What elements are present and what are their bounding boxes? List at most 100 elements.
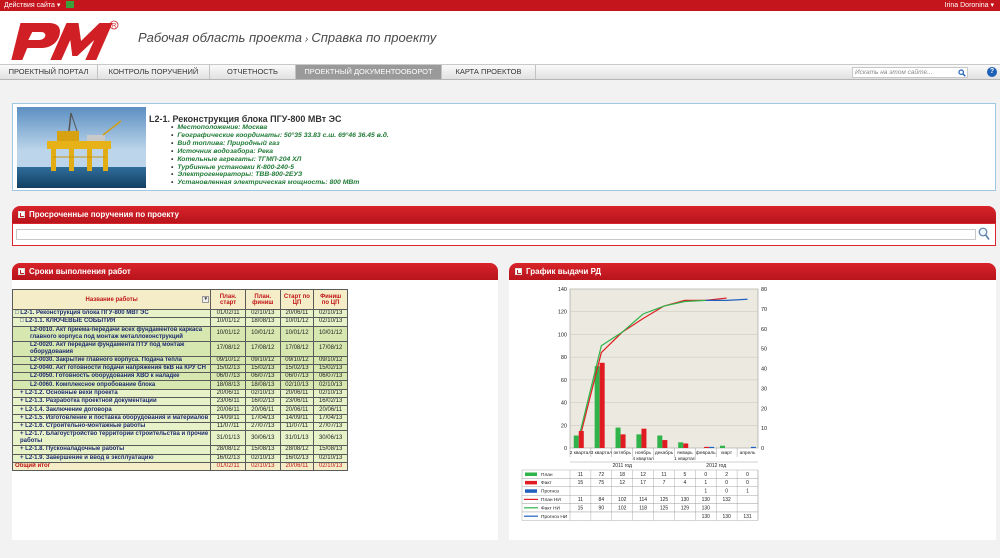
table-row[interactable]: + L2-1.8. Пусконаладочные работы 28/08/12… xyxy=(11,445,348,455)
navigate-up-icon[interactable] xyxy=(66,1,75,8)
tab-project-portal[interactable]: ПРОЕКТНЫЙ ПОРТАЛ xyxy=(0,65,98,79)
date-cell: 02/10/13 xyxy=(244,461,281,472)
fact-fuel: Вид топлива: Природный газ xyxy=(171,140,389,148)
date-cell: 02/10/13 xyxy=(313,380,348,390)
date-cell: 10/01/12 xyxy=(210,325,246,342)
rd-chart-title: График выдачи РД xyxy=(526,267,602,276)
task-name-cell[interactable]: + L2-1.3. Разработка проектной документа… xyxy=(11,397,212,407)
col-cp-start[interactable]: Старт по ЦП xyxy=(279,289,315,310)
date-cell: 02/10/13 xyxy=(313,388,348,399)
project-card: L2-1. Реконструкция блока ПГУ-800 МВт ЭС… xyxy=(12,103,996,191)
fact-capacity: Установленная электрическая мощность: 80… xyxy=(171,179,389,187)
task-name-cell[interactable]: + L2-1.8. Пусконаладочные работы xyxy=(11,445,212,455)
table-row[interactable]: L2-0010. Акт приема-передачи всех фундам… xyxy=(11,325,348,342)
date-cell: 15/08/13 xyxy=(244,445,281,455)
data-table-cell: 132 xyxy=(722,497,731,503)
task-name-cell[interactable]: + L2-1.4. Заключение договора xyxy=(11,405,212,415)
table-row[interactable]: L2-0020. Акт передачи фундамента ПТУ под… xyxy=(11,340,348,357)
table-row[interactable]: + L2-1.9. Завершение и ввод в эксплуатац… xyxy=(11,453,348,463)
task-name-cell[interactable]: L2-0050. Готовность оборудования ХВО к н… xyxy=(11,372,212,382)
date-cell: 15/02/13 xyxy=(279,363,315,374)
schedule-panel-title: Сроки выполнения работ xyxy=(29,267,131,276)
tab-project-map[interactable]: КАРТА ПРОЕКТОВ xyxy=(442,65,536,79)
bar-план xyxy=(657,435,663,448)
task-name-cell[interactable]: + L2-1.5. Изготовление и поставка оборуд… xyxy=(11,413,212,423)
fact-water-source: Источник водозабора: Река xyxy=(171,148,389,156)
table-icon xyxy=(18,268,25,275)
col-plan-finish[interactable]: План. финиш xyxy=(244,289,281,310)
x-tick-label: январь xyxy=(677,451,693,456)
task-name-cell[interactable]: + L2-1.2. Основные вехи проекта xyxy=(11,388,212,399)
data-table-cell: 0 xyxy=(725,489,728,495)
task-name-cell[interactable]: L2-0060. Комплексное опробование блока xyxy=(11,380,212,390)
tab-assignment-control[interactable]: КОНТРОЛЬ ПОРУЧЕНИЙ xyxy=(98,65,210,79)
date-cell: 15/02/13 xyxy=(313,363,348,374)
col-task-name[interactable]: Название работы ▾ xyxy=(11,289,212,310)
table-row[interactable]: □ L2-1. Реконструкция блока ПГУ-800 МВт … xyxy=(11,308,348,319)
data-table-cell: 5 xyxy=(683,472,686,478)
search-input[interactable]: Искать на этом сайте... xyxy=(852,67,968,78)
table-row[interactable]: + L2-1.3. Разработка проектной документа… xyxy=(11,397,348,407)
x-tick-label: 3 квартал xyxy=(591,450,613,456)
table-row[interactable]: L2-0050. Готовность оборудования ХВО к н… xyxy=(11,372,348,382)
table-row[interactable]: + L2-1.4. Заключение договора 20/06/11 20/… xyxy=(11,405,348,415)
date-cell: 02/10/13 xyxy=(244,453,281,463)
date-cell: 16/02/13 xyxy=(279,453,315,463)
fact-generators: Электрогенераторы: ТВВ-800-2ЕУЗ xyxy=(171,171,389,179)
table-row[interactable]: + L2-1.6. Строительно-монтажные работы 11… xyxy=(11,421,348,432)
project-title: L2-1. Реконструкция блока ПГУ-800 МВт ЭС xyxy=(149,114,342,124)
table-row[interactable]: □ L2-1.1. КЛЮЧЕВЫЕ СОБЫТИЯ 10/01/12 18/08/… xyxy=(11,317,348,327)
y2-tick-label: 80 xyxy=(761,287,767,293)
fact-coordinates: Географические координаты: 50°35 33.83 с… xyxy=(171,132,388,140)
data-table-cell: 84 xyxy=(599,497,605,503)
data-table-cell: 125 xyxy=(660,505,669,511)
x-tick-label: февраль xyxy=(696,450,716,456)
table-row[interactable]: + L2-1.5. Изготовление и поставка оборуд… xyxy=(11,413,348,423)
tab-project-documents[interactable]: ПРОЕКТНЫЙ ДОКУМЕНТООБОРОТ xyxy=(296,65,442,79)
task-name-cell[interactable]: + L2-1.6. Строительно-монтажные работы xyxy=(11,421,212,432)
filter-dropdown-icon[interactable]: ▾ xyxy=(202,296,210,303)
y2-tick-label: 10 xyxy=(761,426,767,432)
date-cell: 31/01/13 xyxy=(210,430,246,447)
task-name-cell[interactable]: □ L2-1.1. КЛЮЧЕВЫЕ СОБЫТИЯ xyxy=(11,317,212,327)
overdue-filter-input[interactable] xyxy=(16,229,976,240)
pm-logo[interactable]: R xyxy=(8,17,120,65)
task-name-cell[interactable]: □ L2-1. Реконструкция блока ПГУ-800 МВт … xyxy=(11,308,212,319)
task-name-cell[interactable]: Общий итог xyxy=(11,461,212,472)
task-name-cell[interactable]: L2-0020. Акт передачи фундамента ПТУ под… xyxy=(11,340,212,357)
table-row[interactable]: + L2-1.7. Благоустройство территории стр… xyxy=(11,430,348,447)
y-tick-label: 40 xyxy=(561,401,567,407)
help-icon[interactable]: ? xyxy=(987,67,997,77)
data-table-cell: 102 xyxy=(618,505,627,511)
bar-план xyxy=(678,442,684,448)
bar-факт xyxy=(641,428,647,448)
search-icon[interactable] xyxy=(958,69,966,77)
user-menu[interactable]: Irina Doronina ▾ xyxy=(945,0,994,11)
rd-chart: 020406080100120140010203040506070802 ква… xyxy=(521,287,767,521)
table-row[interactable]: L2-0030. Закрытие главного корпуса. Пода… xyxy=(11,355,348,365)
tab-reporting[interactable]: ОТЧЕТНОСТЬ xyxy=(210,65,296,79)
breadcrumb-page: Справка по проекту xyxy=(311,30,437,45)
date-cell: 17/04/13 xyxy=(313,413,348,423)
date-cell: 23/06/11 xyxy=(279,397,315,407)
task-name-cell[interactable]: L2-0010. Акт приема-передачи всех фундам… xyxy=(11,325,212,342)
col-plan-start[interactable]: План. старт xyxy=(210,289,246,310)
task-name-cell[interactable]: + L2-1.9. Завершение и ввод в эксплуатац… xyxy=(11,453,212,463)
data-table-cell: 75 xyxy=(599,480,605,486)
site-actions-menu[interactable]: Действия сайта ▾ xyxy=(4,2,60,9)
search-icon[interactable] xyxy=(978,227,990,241)
data-table-cell: 130 xyxy=(702,514,711,520)
table-row[interactable]: + L2-1.2. Основные вехи проекта 20/06/11 0… xyxy=(11,388,348,399)
date-cell: 20/06/11 xyxy=(244,405,281,415)
task-name-cell[interactable]: + L2-1.7. Благоустройство территории стр… xyxy=(11,430,212,447)
table-row[interactable]: L2-0060. Комплексное опробование блока 18… xyxy=(11,380,348,390)
task-name-cell[interactable]: L2-0040. Акт готовности подачи напряжени… xyxy=(11,363,212,374)
breadcrumb-workspace[interactable]: Рабочая область проекта xyxy=(138,30,302,45)
data-table-cell: 17 xyxy=(640,480,646,486)
table-row[interactable]: Общий итог 01/02/11 02/10/13 20/06/11 02/10/… xyxy=(11,461,348,472)
date-cell: 20/06/11 xyxy=(279,461,315,472)
col-cp-finish[interactable]: Финиш по ЦП xyxy=(313,289,348,310)
table-row[interactable]: L2-0040. Акт готовности подачи напряжени… xyxy=(11,363,348,374)
date-cell: 14/09/11 xyxy=(210,413,246,423)
task-name-cell[interactable]: L2-0030. Закрытие главного корпуса. Пода… xyxy=(11,355,212,365)
